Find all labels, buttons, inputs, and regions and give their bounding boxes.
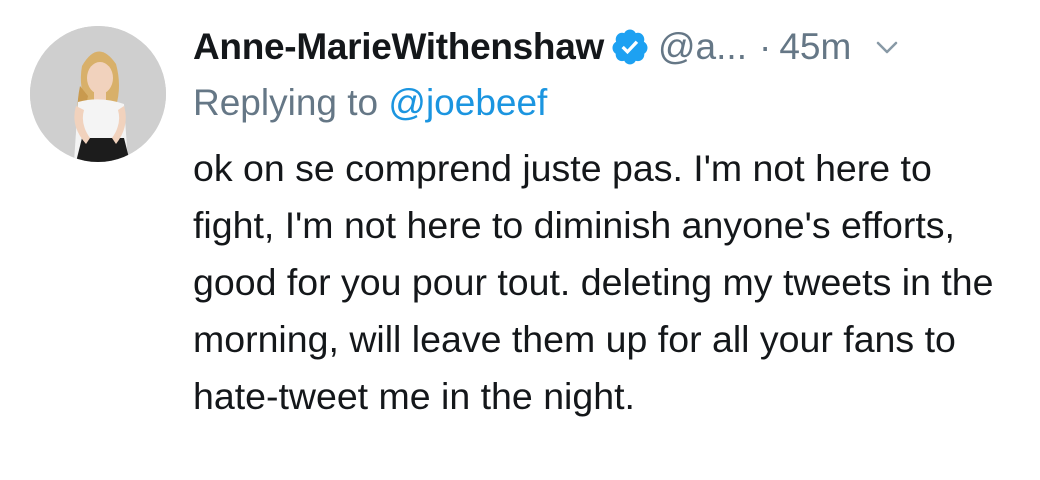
chevron-down-icon[interactable] — [873, 33, 901, 61]
author-handle[interactable]: @a... — [658, 26, 747, 68]
tweet[interactable]: Anne-MarieWithenshaw @a... · 45m Replyin… — [0, 0, 1040, 480]
avatar[interactable] — [30, 26, 166, 162]
profile-photo-icon — [30, 26, 166, 162]
author-display-name[interactable]: Anne-MarieWithenshaw — [193, 26, 604, 68]
tweet-text: ok on se comprend juste pas. I'm not her… — [193, 147, 994, 417]
separator-dot: · — [758, 26, 772, 67]
tweet-timestamp[interactable]: 45m — [779, 26, 851, 68]
replying-to: Replying to @joebeef — [193, 82, 547, 124]
verified-badge-icon — [610, 27, 650, 67]
tweet-header: Anne-MarieWithenshaw @a... · 45m — [193, 22, 901, 72]
replying-to-label: Replying to — [193, 82, 379, 123]
replying-to-handle-link[interactable]: @joebeef — [388, 82, 547, 123]
